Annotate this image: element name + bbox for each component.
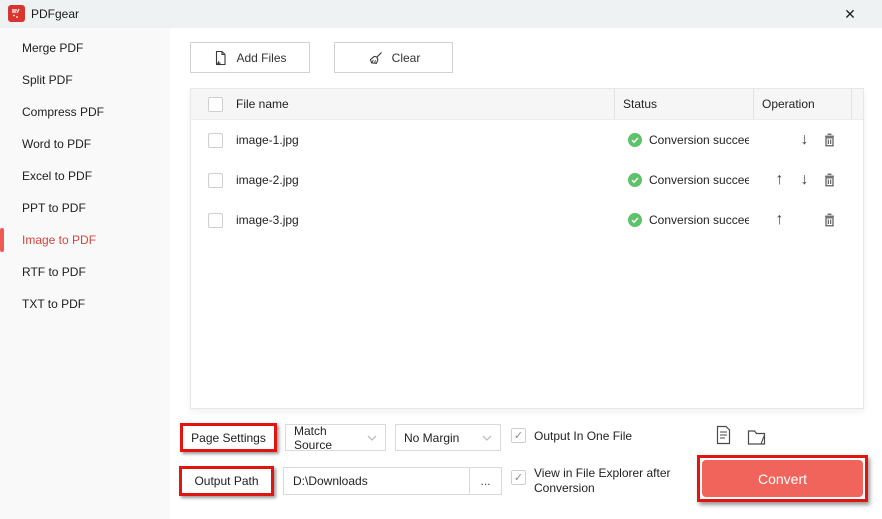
main-panel: Add Files Clear File name Status Operati xyxy=(170,28,882,519)
sidebar-item-split-pdf[interactable]: Split PDF xyxy=(0,64,170,96)
clear-label: Clear xyxy=(391,50,421,65)
convert-button[interactable]: Convert xyxy=(702,460,863,497)
table-header: File name Status Operation xyxy=(191,89,863,120)
pdfgear-window: PDFgear ✕ Merge PDF Split PDF Compress P… xyxy=(0,0,882,519)
row-checkbox[interactable] xyxy=(208,132,223,148)
convert-button-highlight: Convert xyxy=(697,455,868,502)
file-name: image-1.jpg xyxy=(236,133,299,147)
move-up-icon[interactable]: ↑ xyxy=(767,171,792,189)
margin-value: No Margin xyxy=(404,430,460,445)
success-icon xyxy=(628,213,642,227)
table-row: image-3.jpg Conversion succeeded ↑ ↓ xyxy=(191,200,863,240)
move-down-icon[interactable]: ↓ xyxy=(792,171,817,189)
table-row: image-2.jpg Conversion succeeded ↑ ↓ xyxy=(191,160,863,200)
clear-button[interactable]: Clear xyxy=(334,42,453,73)
chevron-down-icon xyxy=(482,435,492,441)
page-settings-label-highlight: Page Settings xyxy=(180,423,277,452)
file-table: File name Status Operation image-1.jpg C… xyxy=(190,88,864,409)
chevron-down-icon xyxy=(367,435,377,441)
delete-icon[interactable] xyxy=(817,172,842,188)
sidebar-item-txt-to-pdf[interactable]: TXT to PDF xyxy=(0,288,170,320)
add-files-button[interactable]: Add Files xyxy=(190,42,310,73)
page-settings-label: Page Settings xyxy=(191,430,266,445)
move-up-icon[interactable]: ↑ xyxy=(767,211,792,229)
sidebar-item-label: Image to PDF xyxy=(22,233,97,247)
table-row: image-1.jpg Conversion succeeded ↑ ↓ xyxy=(191,120,863,160)
file-name: image-2.jpg xyxy=(236,173,299,187)
sidebar-item-rtf-to-pdf[interactable]: RTF to PDF xyxy=(0,256,170,288)
page-size-dropdown[interactable]: Match Source xyxy=(285,423,386,452)
success-icon xyxy=(628,173,642,187)
sidebar-item-merge-pdf[interactable]: Merge PDF xyxy=(0,32,170,64)
column-operation: Operation xyxy=(753,89,851,119)
document-icon[interactable] xyxy=(715,425,732,445)
page-size-value: Match Source xyxy=(294,423,333,452)
browse-button[interactable]: ... xyxy=(469,467,502,495)
app-title: PDFgear xyxy=(31,7,80,21)
column-status: Status xyxy=(614,89,753,119)
status-text: Conversion succeeded xyxy=(649,133,749,147)
output-path-label-highlight: Output Path xyxy=(179,466,274,496)
row-checkbox[interactable] xyxy=(208,212,223,228)
status-text: Conversion succeeded xyxy=(649,213,749,227)
broom-icon xyxy=(367,50,384,66)
output-path-label: Output Path xyxy=(194,474,259,488)
active-indicator xyxy=(0,228,4,252)
pdfgear-logo-icon xyxy=(8,5,25,22)
title-bar: PDFgear ✕ xyxy=(0,0,882,28)
row-checkbox[interactable] xyxy=(208,172,223,188)
column-gutter xyxy=(851,89,863,119)
select-all-checkbox[interactable] xyxy=(208,96,223,112)
column-file-name: File name xyxy=(236,97,289,111)
margin-dropdown[interactable]: No Margin xyxy=(395,424,501,451)
output-path-value: D:\Downloads xyxy=(293,474,368,488)
output-path-input[interactable]: D:\Downloads xyxy=(283,467,470,495)
delete-icon[interactable] xyxy=(817,132,842,148)
output-in-one-file-label: Output In One File xyxy=(534,429,633,443)
file-name: image-3.jpg xyxy=(236,213,299,227)
sidebar: Merge PDF Split PDF Compress PDF Word to… xyxy=(0,28,170,519)
sidebar-item-word-to-pdf[interactable]: Word to PDF xyxy=(0,128,170,160)
sidebar-item-ppt-to-pdf[interactable]: PPT to PDF xyxy=(0,192,170,224)
sidebar-item-image-to-pdf[interactable]: Image to PDF xyxy=(0,224,170,256)
folder-icon[interactable] xyxy=(747,429,768,446)
success-icon xyxy=(628,133,642,147)
close-icon[interactable]: ✕ xyxy=(830,0,870,28)
output-in-one-file-checkbox[interactable] xyxy=(511,428,526,443)
move-down-icon[interactable]: ↓ xyxy=(792,131,817,149)
status-text: Conversion succeeded xyxy=(649,173,749,187)
add-file-icon xyxy=(213,50,228,66)
view-in-explorer-checkbox[interactable] xyxy=(511,470,526,485)
sidebar-item-excel-to-pdf[interactable]: Excel to PDF xyxy=(0,160,170,192)
sidebar-item-compress-pdf[interactable]: Compress PDF xyxy=(0,96,170,128)
add-files-label: Add Files xyxy=(236,50,287,65)
delete-icon[interactable] xyxy=(817,212,842,228)
view-in-explorer-label: View in File Explorer after Conversion xyxy=(534,466,671,495)
